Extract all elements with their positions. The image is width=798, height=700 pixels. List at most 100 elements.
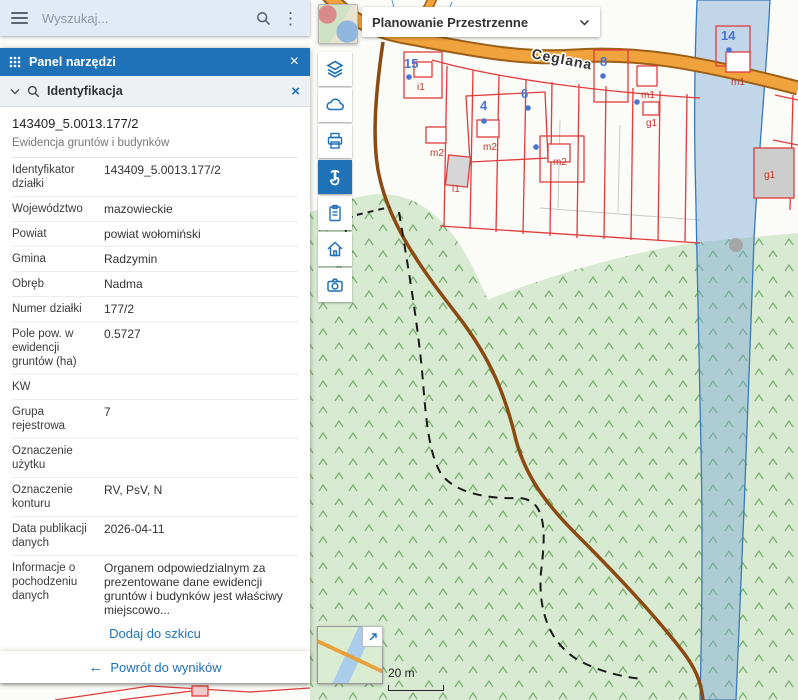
row-label: Grupa rejestrowa [12, 406, 66, 432]
search-input[interactable] [40, 9, 250, 27]
basemap-thumbnail[interactable] [318, 4, 358, 44]
hamburger-menu-icon[interactable] [11, 12, 28, 24]
row-label: Pole pow. w ewidencji gruntów (ha) [12, 328, 77, 368]
row-value [104, 380, 298, 394]
table-row: KW [12, 375, 298, 400]
report-button[interactable] [318, 196, 352, 230]
layers-icon [326, 60, 344, 78]
address-number: 14 [721, 28, 736, 43]
back-to-results-button[interactable]: ← Powrót do wyników [0, 651, 310, 683]
row-label: Powiat [12, 228, 47, 240]
table-row: Województwo mazowieckie [12, 197, 298, 222]
identification-close-icon[interactable]: × [291, 83, 300, 100]
table-row: Grupa rejestrowa 7 [12, 400, 298, 439]
printer-icon [327, 132, 343, 149]
row-label: Numer działki [12, 303, 82, 315]
search-bar: ⋮ [0, 0, 310, 36]
tools-panel: Panel narzędzi × Identyfikacja × 143409_… [0, 48, 310, 683]
panel-close-icon[interactable]: × [288, 54, 301, 70]
building-label: m1 [731, 77, 745, 88]
row-label: Obręb [12, 278, 44, 290]
identification-header: Identyfikacja × [0, 76, 310, 107]
cloud-button[interactable] [318, 88, 352, 122]
scale-label: 20 m [388, 666, 415, 680]
address-number: 4 [480, 98, 488, 113]
building-label: g1 [764, 170, 776, 181]
table-row: Gmina Radzymin [12, 247, 298, 272]
layers-button[interactable] [318, 52, 352, 86]
building-label: i1 [452, 184, 460, 195]
clipboard-icon [329, 204, 341, 222]
address-number: 8 [600, 54, 607, 69]
data-source-subtitle: Ewidencja gruntów i budynków [12, 137, 298, 158]
table-row: Oznaczenie konturu RV, PsV, N [12, 478, 298, 517]
print-button[interactable] [318, 124, 352, 158]
row-label: Oznaczenie użytku [12, 445, 73, 471]
layer-dropdown-label: Planowanie Przestrzenne [372, 14, 529, 30]
origin-text: Organem odpowiedzialnym za prezentowane … [104, 561, 283, 617]
table-row: Powiat powiat wołomiński [12, 222, 298, 247]
table-row: Pole pow. w ewidencji gruntów (ha) 0.572… [12, 322, 298, 375]
row-label: Gmina [12, 253, 46, 265]
scale-bar: 20 m [388, 664, 444, 691]
building-label: m2 [430, 148, 444, 159]
row-value: 7 [104, 405, 111, 419]
row-value: mazowieckie [104, 202, 173, 216]
building-label: m1 [641, 90, 655, 101]
add-to-sketch-button[interactable]: Dodaj do szkicu [0, 619, 310, 647]
chevron-down-icon[interactable] [10, 88, 20, 95]
address-number: 15 [404, 56, 418, 71]
table-row: Obręb Nadma [12, 272, 298, 297]
chevron-down-icon [579, 19, 590, 26]
row-value: powiat wołomiński [104, 227, 201, 241]
layer-dropdown[interactable]: Planowanie Przestrzenne [362, 7, 600, 37]
identify-tap-icon [329, 169, 340, 186]
back-arrow-icon: ← [88, 658, 104, 676]
row-value: Radzymin [104, 252, 158, 266]
row-label: Województwo [12, 203, 83, 215]
row-label: KW [12, 381, 31, 393]
identification-title: Identyfikacja [47, 84, 123, 98]
panel-title: Panel narzędzi [29, 55, 116, 69]
more-options-icon[interactable]: ⋮ [277, 10, 310, 27]
minimap-expand-button[interactable] [362, 626, 383, 647]
row-value: RV, PsV, N [104, 483, 163, 497]
row-value: 0.5727 [104, 327, 141, 341]
building-label: m2 [553, 157, 567, 168]
grid-icon [9, 56, 21, 68]
row-value: Organem odpowiedzialnym za prezentowane … [104, 561, 298, 619]
row-label: Identyfikator działki [12, 164, 75, 190]
row-value: 143409_5.0013.177/2 [104, 163, 221, 177]
table-row: Oznaczenie użytku [12, 439, 298, 478]
house-icon [327, 241, 343, 257]
table-row: Data publikacji danych 2026-04-11 [12, 517, 298, 556]
row-label: Oznaczenie konturu [12, 484, 73, 510]
map-toolbar [318, 52, 352, 302]
building-label: m2 [483, 142, 497, 153]
row-value [104, 444, 298, 472]
table-row-origin: Informacje o pochodzeniu danych Organem … [12, 556, 298, 619]
row-label: Data publikacji danych [12, 523, 87, 549]
row-value: Nadma [104, 277, 143, 291]
identify-tool-icon [27, 85, 40, 97]
address-number: 6 [521, 86, 528, 101]
identify-button[interactable] [318, 160, 352, 194]
expand-icon [369, 632, 377, 640]
building-label: g1 [646, 118, 658, 129]
overview-minimap[interactable] [317, 626, 383, 684]
home-report-button[interactable] [318, 232, 352, 266]
read-more-link[interactable]: Czytaj więcej [104, 618, 298, 619]
row-label: Informacje o pochodzeniu danych [12, 562, 78, 602]
table-row: Identyfikator działki 143409_5.0013.177/… [12, 158, 298, 197]
row-value: 177/2 [104, 302, 135, 316]
cloud-icon [326, 98, 344, 111]
row-value: 2026-04-11 [104, 522, 165, 536]
search-icon[interactable] [250, 11, 277, 26]
building-label: i1 [417, 82, 425, 93]
parcel-id-heading: 143409_5.0013.177/2 [12, 116, 139, 131]
identification-results: 143409_5.0013.177/2 Ewidencja gruntów i … [0, 107, 310, 619]
scale-line [388, 685, 444, 691]
table-row: Numer działki 177/2 [12, 297, 298, 322]
survey-point [729, 238, 743, 252]
camera-button[interactable] [318, 268, 352, 302]
